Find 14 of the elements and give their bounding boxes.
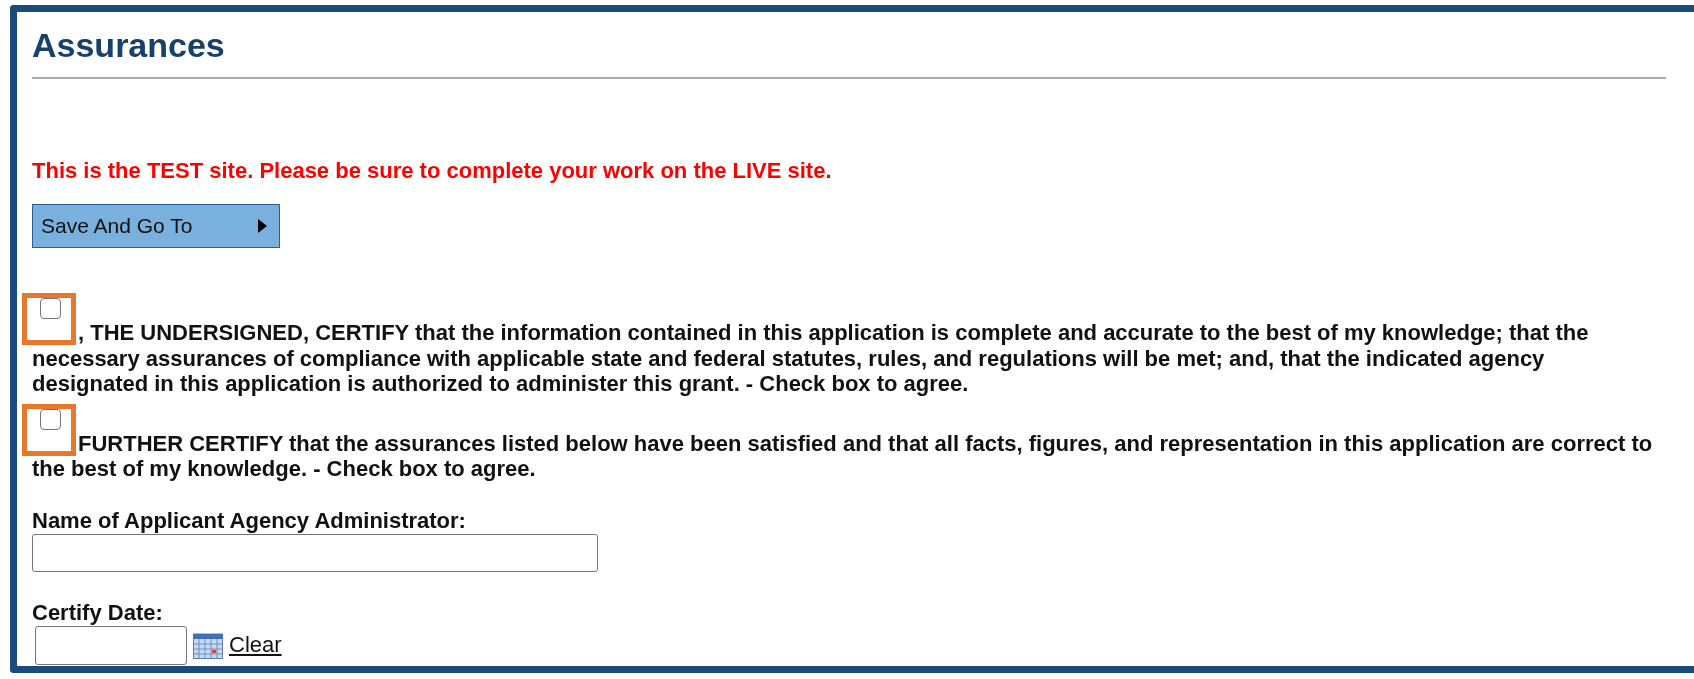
- field-label: Name of Applicant Agency Administrator:: [32, 507, 467, 534]
- calendar-icon[interactable]: [193, 631, 223, 659]
- field-label: Certify Date:: [32, 599, 164, 626]
- agree-checkbox[interactable]: [40, 408, 61, 430]
- save-and-go-to-button[interactable]: Save And Go To: [32, 204, 280, 248]
- certification-text: , THE UNDERSIGNED, CERTIFY that the information contained in this application is complete and accurate to the best of my knowledge; that the necessary assurances of compliance with applicable state and federal statutes, rules, and regulations will be met; and, that the indicated agency designated in this application is authorized to administer this grant. - Check box to agree.: [32, 320, 1589, 396]
- test-site-notice: This is the TEST site. Please be sure to complete your work on the LIVE site.: [32, 158, 833, 184]
- page-title: Assurances: [32, 25, 226, 65]
- clear-link[interactable]: Clear: [229, 632, 282, 658]
- input-field[interactable]: [32, 533, 598, 572]
- agree-checkbox[interactable]: [40, 298, 61, 319]
- certification-text: FURTHER CERTIFY that the assurances listed below have been satisfied and that all facts, figures, and representation in this application are correct to the best of my knowledge. - Check box to agree.: [32, 430, 1653, 481]
- play-arrow-icon: [258, 219, 267, 233]
- date-field[interactable]: [35, 625, 187, 665]
